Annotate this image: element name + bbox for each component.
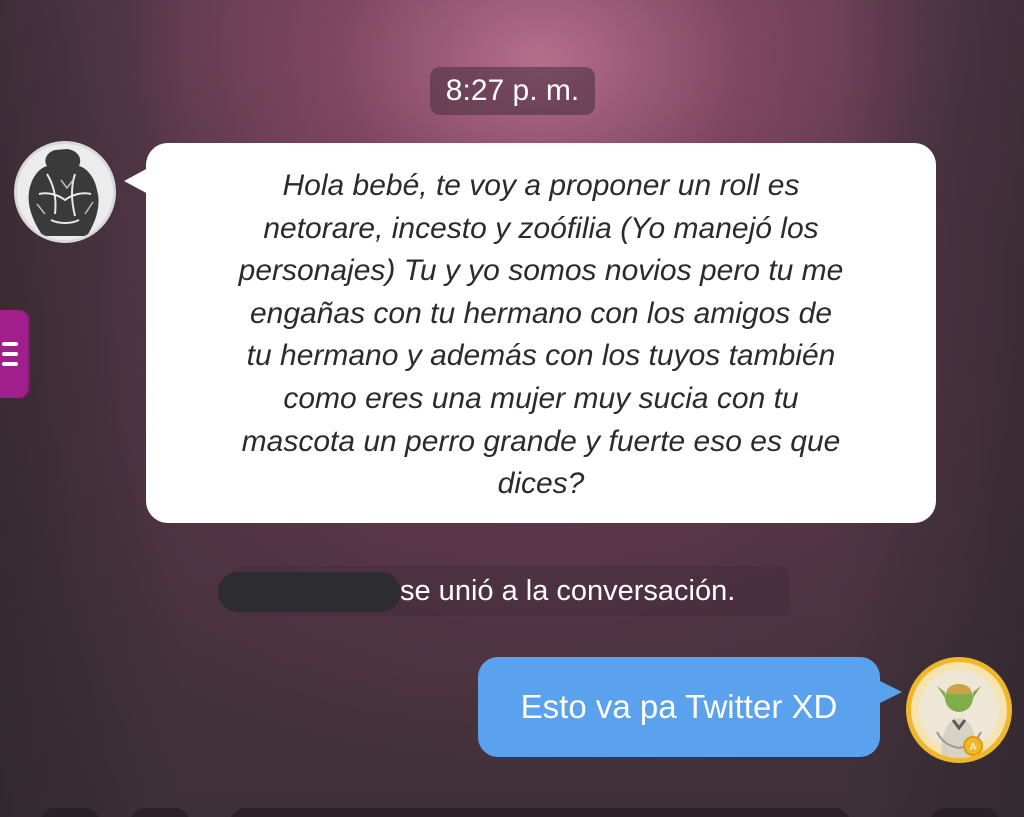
toolbar-button[interactable] xyxy=(130,808,190,817)
side-menu-button[interactable] xyxy=(0,310,28,398)
outgoing-message-text: Esto va pa Twitter XD xyxy=(520,688,838,725)
sender-avatar[interactable] xyxy=(14,141,116,243)
incoming-message-bubble[interactable]: Hola bebé, te voy a proponer un roll es … xyxy=(124,143,936,523)
toolbar-button[interactable] xyxy=(40,808,100,817)
message-line: netorare, incesto y zoófilia (Yo manejó … xyxy=(263,211,819,245)
message-line: dices? xyxy=(497,467,585,501)
own-avatar[interactable]: A xyxy=(906,657,1012,763)
message-line: engañas con tu hermano con los amigos de xyxy=(249,296,833,330)
message-line: personajes) Tu y yo somos novios pero tu… xyxy=(238,254,844,288)
sender-avatar-image xyxy=(17,144,113,240)
incoming-message-text: Hola bebé, te voy a proponer un roll es … xyxy=(176,165,906,506)
message-input-area[interactable] xyxy=(230,808,850,817)
bottom-toolbar xyxy=(0,800,1024,817)
outgoing-message-bubble[interactable]: Esto va pa Twitter XD xyxy=(478,657,902,757)
redacted-username xyxy=(218,572,401,612)
own-avatar-image: A xyxy=(911,662,1007,758)
system-notice-text: se unió a la conversación. xyxy=(400,575,736,607)
message-line: como eres una mujer muy sucia con tu xyxy=(283,381,799,415)
message-line: mascota un perro grande y fuerte eso es … xyxy=(241,424,841,458)
svg-text:A: A xyxy=(970,742,977,753)
message-line: Hola bebé, te voy a proponer un roll es xyxy=(282,169,800,202)
message-timestamp: 8:27 p. m. xyxy=(430,67,595,115)
bubble-tail xyxy=(124,167,150,195)
message-line: tu hermano y además con los tuyos tambié… xyxy=(246,339,836,373)
send-button[interactable] xyxy=(930,808,1000,817)
